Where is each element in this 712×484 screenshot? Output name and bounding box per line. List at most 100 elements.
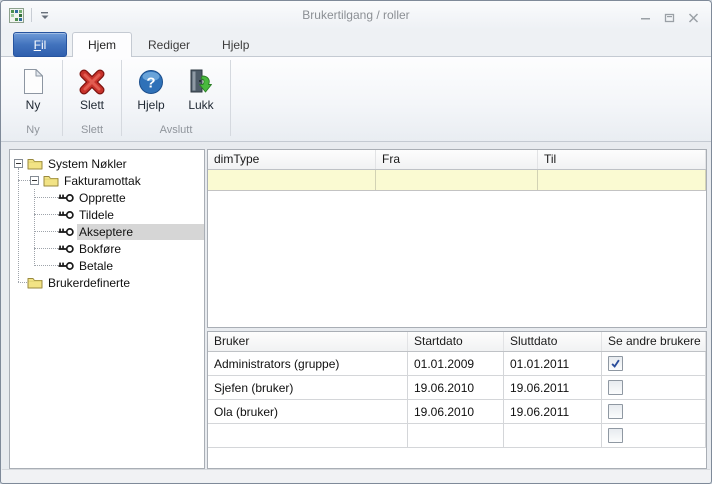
user-grid-header: BrukerStartdatoSluttdatoSe andre brukere	[208, 332, 706, 352]
tab-hjem[interactable]: Hjem	[72, 32, 132, 57]
button-label: Hjelp	[137, 98, 164, 112]
maximize-button[interactable]	[662, 11, 677, 24]
minimize-button[interactable]	[638, 11, 653, 24]
tree-item-label: Brukerdefinerte	[46, 275, 132, 291]
expand-collapse-box[interactable]	[14, 159, 23, 168]
new-button[interactable]: Ny	[9, 62, 57, 113]
ribbon-group-avslutt: ? Hjelp Lukk	[124, 57, 228, 141]
tree-connector	[34, 248, 58, 249]
tree-item-opprette[interactable]: Opprette	[10, 189, 204, 206]
tree-connector	[34, 197, 58, 198]
group-caption: Avslutt	[127, 123, 225, 138]
key-icon	[58, 210, 74, 220]
tree-item-fakturamottak[interactable]: Fakturamottak	[10, 172, 204, 189]
role-tree-panel: System NøklerFakturamottakOppretteTildel…	[9, 149, 205, 469]
tree-item-label: Opprette	[77, 190, 128, 206]
ribbon-group-ny: Ny Ny	[6, 57, 60, 141]
tree-item-label: Bokføre	[77, 241, 123, 257]
group-caption: Ny	[9, 123, 57, 138]
content-area: System NøklerFakturamottakOppretteTildel…	[1, 142, 711, 470]
tree-connector	[34, 265, 58, 266]
dimension-filter-row	[208, 170, 706, 191]
user-row-administrators-gruppe[interactable]: Administrators (gruppe)01.01.200901.01.2…	[208, 352, 706, 376]
tree-item-akseptere[interactable]: Akseptere	[10, 223, 204, 240]
tree-connector	[18, 180, 30, 181]
key-icon	[58, 227, 74, 237]
user-row-ola-bruker[interactable]: Ola (bruker)19.06.201019.06.2011	[208, 400, 706, 424]
cell-startdato: 19.06.2010	[408, 400, 504, 423]
role-tree: System NøklerFakturamottakOppretteTildel…	[10, 150, 204, 468]
exit-door-icon	[188, 64, 214, 95]
folder-icon	[27, 276, 43, 289]
tree-item-label: System Nøkler	[46, 156, 129, 172]
unchecked-checkbox[interactable]	[608, 380, 623, 395]
cell-bruker: Administrators (gruppe)	[208, 352, 408, 375]
tree-item-betale[interactable]: Betale	[10, 257, 204, 274]
ribbon-tab-row: Fil Hjem Rediger Hjelp	[1, 29, 711, 56]
user-row-sjefen-bruker[interactable]: Sjefen (bruker)19.06.201019.06.2011	[208, 376, 706, 400]
unchecked-checkbox[interactable]	[608, 428, 623, 443]
close-button[interactable]	[686, 11, 701, 24]
cell-sluttdato: 19.06.2011	[504, 400, 602, 423]
delete-button[interactable]: Slett	[68, 62, 116, 113]
expand-collapse-box[interactable]	[30, 176, 39, 185]
tree-item-tildele[interactable]: Tildele	[10, 206, 204, 223]
quick-access-dropdown-icon[interactable]	[38, 8, 52, 22]
column-header-sluttdato[interactable]: Sluttdato	[504, 332, 602, 351]
filter-cell-fra[interactable]	[376, 170, 538, 190]
cell-se-andre-brukere	[602, 376, 706, 399]
window-controls	[638, 11, 701, 24]
user-grid-body: Administrators (gruppe)01.01.200901.01.2…	[208, 352, 706, 448]
cell-startdato: 19.06.2010	[408, 376, 504, 399]
group-separator	[121, 60, 122, 136]
filter-cell-til[interactable]	[538, 170, 706, 190]
tab-hjelp[interactable]: Hjelp	[206, 32, 265, 56]
checked-checkbox[interactable]	[608, 356, 623, 371]
dimension-grid-header: dimTypeFraTil	[208, 150, 706, 170]
help-icon: ?	[138, 64, 164, 95]
window-title: Brukertilgang / roller	[1, 8, 711, 22]
cell-sluttdato: 01.01.2011	[504, 352, 602, 375]
cell-se-andre-brukere	[602, 400, 706, 423]
title-bar: Brukertilgang / roller	[1, 1, 711, 29]
unchecked-checkbox[interactable]	[608, 404, 623, 419]
column-header-til[interactable]: Til	[538, 150, 706, 169]
status-bar	[2, 469, 710, 482]
divider	[31, 8, 32, 22]
button-label: Lukk	[188, 98, 213, 112]
ribbon: Ny Ny S	[1, 56, 711, 142]
filter-cell-dimtype[interactable]	[208, 170, 376, 190]
cell-se-andre-brukere	[602, 352, 706, 375]
help-button[interactable]: ? Hjelp	[127, 62, 175, 113]
close-window-button[interactable]: Lukk	[177, 62, 225, 113]
column-header-dimtype[interactable]: dimType	[208, 150, 376, 169]
file-tab[interactable]: Fil	[13, 32, 67, 57]
column-header-bruker[interactable]: Bruker	[208, 332, 408, 351]
key-icon	[58, 261, 74, 271]
tree-item-system-n-kler[interactable]: System Nøkler	[10, 155, 204, 172]
cell-sluttdato: 19.06.2011	[504, 376, 602, 399]
group-separator	[230, 60, 231, 136]
group-caption: Slett	[68, 123, 116, 138]
cell-startdato	[408, 424, 504, 447]
tab-rediger[interactable]: Rediger	[132, 32, 206, 56]
column-header-startdato[interactable]: Startdato	[408, 332, 504, 351]
cell-startdato: 01.01.2009	[408, 352, 504, 375]
cell-bruker: Sjefen (bruker)	[208, 376, 408, 399]
tree-connector	[34, 231, 58, 232]
tree-item-label: Fakturamottak	[62, 173, 143, 189]
dimension-grid-panel: dimTypeFraTil	[207, 149, 707, 328]
user-row-empty[interactable]	[208, 424, 706, 448]
cell-bruker: Ola (bruker)	[208, 400, 408, 423]
tree-item-label: Akseptere	[77, 224, 204, 240]
tree-connector	[34, 214, 58, 215]
tree-guide-line	[34, 189, 35, 266]
tree-item-bokf-re[interactable]: Bokføre	[10, 240, 204, 257]
button-label: Slett	[80, 98, 104, 112]
tree-item-brukerdefinerte[interactable]: Brukerdefinerte	[10, 274, 204, 291]
key-icon	[58, 193, 74, 203]
button-label: Ny	[26, 98, 41, 112]
column-header-fra[interactable]: Fra	[376, 150, 538, 169]
column-header-se-andre-brukere[interactable]: Se andre brukere	[602, 332, 706, 351]
tree-guide-line	[18, 168, 19, 282]
